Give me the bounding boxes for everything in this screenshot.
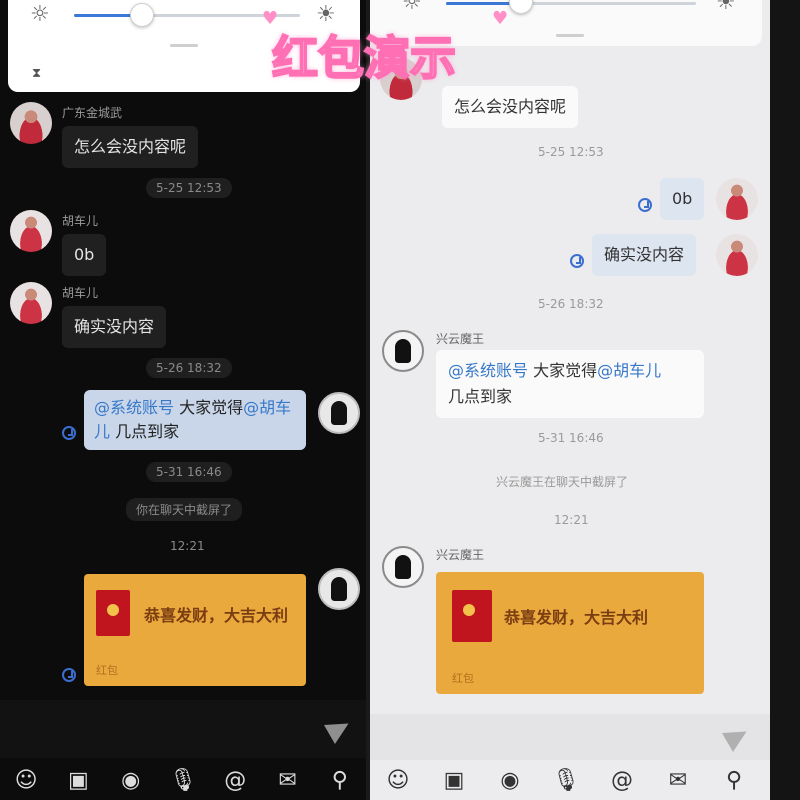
message-bubble[interactable]: 确实没内容 (62, 306, 167, 348)
envelope-label: 红包 (452, 672, 474, 685)
message-bubble[interactable]: 怎么会没内容呢 (62, 126, 199, 168)
sender-name: 胡车儿 (62, 286, 99, 300)
message-text: 大家觉得 (174, 398, 244, 417)
message-text: 大家觉得 (528, 361, 598, 380)
timestamp: 5-31 16:46 (538, 431, 604, 445)
mention-system-account[interactable]: @系统账号 (448, 361, 528, 380)
sun-icon-dim: ☼ (30, 2, 50, 27)
emoji-icon[interactable]: ☺ (0, 768, 52, 793)
sender-avatar[interactable] (382, 546, 424, 588)
right-chat-panel: 怎么会没内容呢 5-25 12:53 0b 确实没内容 5-26 18:32 兴… (370, 0, 770, 800)
message-bubble[interactable]: 怎么会没内容呢 (442, 86, 579, 128)
location-icon[interactable]: ⚲ (706, 768, 762, 793)
self-avatar[interactable] (318, 392, 360, 434)
location-icon[interactable]: ⚲ (314, 768, 366, 793)
self-avatar[interactable] (318, 568, 360, 610)
timestamp: 12:21 (554, 513, 589, 527)
sender-avatar[interactable] (10, 210, 52, 252)
sender-name: 兴云魔王 (436, 548, 485, 562)
mention-icon[interactable]: @ (594, 768, 650, 793)
mention-user[interactable]: @胡车 (243, 398, 291, 417)
sender-avatar[interactable] (10, 282, 52, 324)
timestamp: 5-25 12:53 (146, 178, 232, 198)
envelope-greeting: 恭喜发财，大吉大利 (504, 608, 649, 627)
image-icon[interactable]: ▣ (426, 768, 482, 793)
message-input[interactable] (0, 700, 366, 758)
red-envelope-icon (452, 590, 492, 642)
camera-icon[interactable]: ◉ (482, 768, 538, 793)
sender-name: 胡车儿 (62, 214, 99, 228)
microphone-icon[interactable]: 🎙 (538, 768, 594, 793)
self-avatar[interactable] (716, 234, 758, 276)
input-toolbar: ☺ ▣ ◉ 🎙 @ ✉ ⚲ (0, 760, 366, 800)
self-message-bubble[interactable]: 确实没内容 (592, 234, 697, 276)
sender-avatar[interactable] (382, 330, 424, 372)
timestamp: 5-26 18:32 (146, 358, 232, 378)
sender-name: 广东金城武 (62, 106, 123, 120)
brightness-slider-thumb[interactable] (129, 3, 154, 27)
red-envelope-icon (96, 590, 130, 636)
read-status-icon (570, 254, 584, 268)
sender-avatar[interactable] (10, 102, 52, 144)
message-bubble[interactable]: @系统账号 大家觉得@胡车儿 几点到家 (436, 350, 704, 418)
red-envelope-card[interactable]: 恭喜发财，大吉大利 红包 (436, 572, 704, 694)
self-message-bubble[interactable]: @系统账号 大家觉得@胡车 儿 几点到家 (84, 390, 306, 450)
envelope-greeting: 恭喜发财，大吉大利 (144, 606, 289, 625)
mention-system-account[interactable]: @系统账号 (94, 398, 174, 417)
self-message-bubble[interactable]: 0b (660, 178, 705, 220)
drag-handle[interactable] (556, 34, 584, 37)
hourglass-icon: ⧗ (32, 66, 42, 81)
bunny-ear-icon: ♥ (492, 8, 509, 29)
envelope-label: 红包 (96, 664, 118, 677)
background-strip (770, 0, 800, 800)
timestamp: 5-26 18:32 (538, 297, 604, 311)
timestamp: 5-25 12:53 (538, 145, 604, 159)
message-input[interactable] (370, 714, 770, 760)
read-status-icon (638, 198, 652, 212)
sun-icon-bright: ☀ (716, 0, 736, 15)
timestamp: 12:21 (170, 539, 205, 553)
microphone-icon[interactable]: 🎙 (157, 768, 209, 793)
message-text: 几点到家 (448, 387, 513, 406)
read-status-icon (62, 668, 76, 682)
self-avatar[interactable] (716, 178, 758, 220)
brightness-slider[interactable] (446, 2, 696, 5)
red-envelope-card[interactable]: 恭喜发财，大吉大利 红包 (84, 574, 306, 686)
sun-icon-dim: ☼ (402, 0, 422, 15)
input-toolbar: ☺ ▣ ◉ 🎙 @ ✉ ⚲ (370, 760, 770, 800)
read-status-icon (62, 426, 76, 440)
sender-name: 兴云魔王 (436, 332, 485, 346)
bunny-ear-icon: ♥ (262, 8, 279, 29)
mention-user[interactable]: @胡车儿 (597, 361, 661, 380)
left-chat-panel: 广东金城武 怎么会没内容呢 5-25 12:53 胡车儿 0b 胡车儿 确实没内… (0, 0, 366, 800)
brightness-slider-thumb[interactable] (509, 0, 533, 14)
system-notice: 你在聊天中截屏了 (126, 498, 243, 521)
red-envelope-tool-icon[interactable]: ✉ (650, 768, 706, 793)
overlay-title: 红包演示 (271, 30, 457, 86)
image-icon[interactable]: ▣ (52, 768, 104, 793)
timestamp: 5-31 16:46 (146, 462, 232, 482)
message-text: 几点到家 (110, 422, 180, 441)
system-notice: 兴云魔王在聊天中截屏了 (496, 475, 629, 489)
mention-icon[interactable]: @ (209, 768, 261, 793)
red-envelope-tool-icon[interactable]: ✉ (261, 768, 313, 793)
emoji-icon[interactable]: ☺ (370, 768, 426, 793)
drag-handle[interactable] (170, 44, 198, 47)
message-bubble[interactable]: 0b (62, 234, 107, 276)
camera-icon[interactable]: ◉ (105, 768, 157, 793)
mention-user-cont[interactable]: 儿 (94, 422, 110, 441)
